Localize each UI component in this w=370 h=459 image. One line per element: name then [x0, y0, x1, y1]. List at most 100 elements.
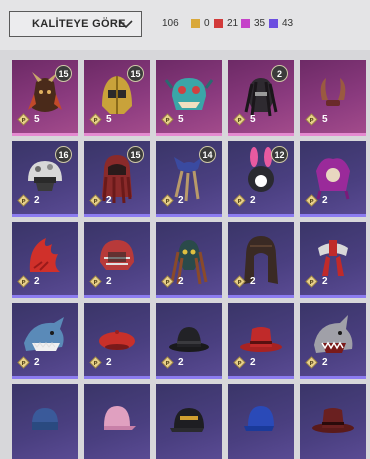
- svg-text:P: P: [21, 280, 25, 286]
- diamond-currency-icon: P: [17, 275, 30, 288]
- quantity: P 2: [233, 356, 256, 369]
- inventory-toolbar: KALİTEYE GÖRE 106 0 21 35 43: [0, 0, 370, 50]
- svg-text:P: P: [93, 280, 97, 286]
- quality-bar: [300, 214, 366, 217]
- quality-bar: [12, 214, 78, 217]
- quality-bar: [228, 295, 294, 298]
- diamond-currency-icon: P: [161, 194, 174, 207]
- quantity-value: 2: [250, 276, 256, 287]
- blue-knit-cap-icon: [32, 408, 58, 430]
- item-card[interactable]: 2 P 5: [228, 60, 294, 136]
- quantity: P 2: [233, 275, 256, 288]
- quantity-value: 5: [250, 114, 256, 125]
- diamond-currency-icon: P: [17, 194, 30, 207]
- item-card[interactable]: P 2: [300, 303, 366, 379]
- diamond-currency-icon: P: [89, 356, 102, 369]
- quantity-value: 2: [178, 357, 184, 368]
- chevron-down-icon: [119, 20, 133, 29]
- quantity: P 2: [89, 275, 112, 288]
- quality-bar: [228, 133, 294, 136]
- sort-dropdown[interactable]: KALİTEYE GÖRE: [9, 11, 142, 37]
- diamond-currency-icon: P: [305, 194, 318, 207]
- svg-text:P: P: [21, 118, 25, 124]
- sort-dropdown-label: KALİTEYE GÖRE: [32, 18, 126, 30]
- quantity: P 2: [161, 194, 184, 207]
- quality-bar: [12, 295, 78, 298]
- quantity: P 5: [17, 113, 40, 126]
- item-card[interactable]: P 2: [156, 303, 222, 379]
- diamond-currency-icon: P: [233, 356, 246, 369]
- svg-text:P: P: [93, 361, 97, 367]
- quantity: P 5: [161, 113, 184, 126]
- quantity-value: 5: [178, 114, 184, 125]
- purple-quality-swatch: [269, 19, 278, 28]
- item-card[interactable]: P 2: [300, 222, 366, 298]
- item-card[interactable]: 16 P 2: [12, 141, 78, 217]
- item-card[interactable]: [156, 384, 222, 459]
- quantity: P 2: [161, 275, 184, 288]
- quantity-value: 2: [322, 276, 328, 287]
- item-card[interactable]: P 2: [228, 303, 294, 379]
- item-card[interactable]: [300, 384, 366, 459]
- svg-text:P: P: [21, 361, 25, 367]
- item-card[interactable]: P 5: [300, 60, 366, 136]
- item-card[interactable]: P 5: [156, 60, 222, 136]
- svg-text:P: P: [237, 199, 241, 205]
- quantity: P 2: [17, 194, 40, 207]
- quantity-value: 2: [250, 357, 256, 368]
- item-card[interactable]: P 2: [84, 222, 150, 298]
- diamond-currency-icon: P: [305, 113, 318, 126]
- counter-pink-value: 35: [254, 18, 266, 29]
- quantity: P 2: [305, 275, 328, 288]
- quantity-value: 2: [34, 276, 40, 287]
- pink-quality-swatch: [241, 19, 250, 28]
- item-card[interactable]: [228, 384, 294, 459]
- quantity: P 2: [17, 275, 40, 288]
- svg-text:P: P: [309, 118, 313, 124]
- quality-bar: [156, 376, 222, 379]
- diamond-currency-icon: P: [233, 194, 246, 207]
- quality-bar: [12, 376, 78, 379]
- svg-text:P: P: [21, 199, 25, 205]
- item-card[interactable]: P 2: [228, 222, 294, 298]
- level-badge: 15: [127, 146, 144, 163]
- diamond-currency-icon: P: [89, 113, 102, 126]
- quantity-value: 2: [178, 276, 184, 287]
- svg-text:P: P: [237, 118, 241, 124]
- quantity-value: 2: [322, 195, 328, 206]
- item-card[interactable]: 15 P 5: [12, 60, 78, 136]
- diamond-currency-icon: P: [89, 275, 102, 288]
- quantity-value: 2: [34, 195, 40, 206]
- counter-red: 21: [214, 18, 238, 29]
- item-grid: 15 P 5 15 P 5 P 5 2 P 5 P 5 16 P 2 15 P …: [0, 50, 370, 459]
- item-card[interactable]: 14 P 2: [156, 141, 222, 217]
- item-card[interactable]: P 2: [84, 303, 150, 379]
- item-card[interactable]: P 2: [156, 222, 222, 298]
- item-card[interactable]: [12, 384, 78, 459]
- quantity: P 2: [305, 194, 328, 207]
- quality-bar: [84, 376, 150, 379]
- item-card[interactable]: P 2: [12, 222, 78, 298]
- item-card[interactable]: P 2: [300, 141, 366, 217]
- level-badge: 15: [55, 65, 72, 82]
- quality-bar: [156, 295, 222, 298]
- item-card[interactable]: 15 P 5: [84, 60, 150, 136]
- pink-cap-icon: [104, 406, 136, 430]
- quantity-value: 2: [250, 195, 256, 206]
- quality-bar: [300, 133, 366, 136]
- svg-text:P: P: [165, 361, 169, 367]
- quality-bar: [300, 376, 366, 379]
- level-badge: 16: [55, 146, 72, 163]
- quality-bar: [84, 133, 150, 136]
- diamond-currency-icon: P: [17, 113, 30, 126]
- item-card[interactable]: [84, 384, 150, 459]
- counter-pink: 35: [241, 18, 265, 29]
- quantity: P 5: [233, 113, 256, 126]
- counter-red-value: 21: [227, 18, 239, 29]
- item-card[interactable]: P 2: [12, 303, 78, 379]
- item-card[interactable]: 12 P 2: [228, 141, 294, 217]
- quality-bar: [156, 133, 222, 136]
- counter-gold-value: 0: [204, 18, 210, 29]
- item-card[interactable]: 15 P 2: [84, 141, 150, 217]
- diamond-currency-icon: P: [233, 113, 246, 126]
